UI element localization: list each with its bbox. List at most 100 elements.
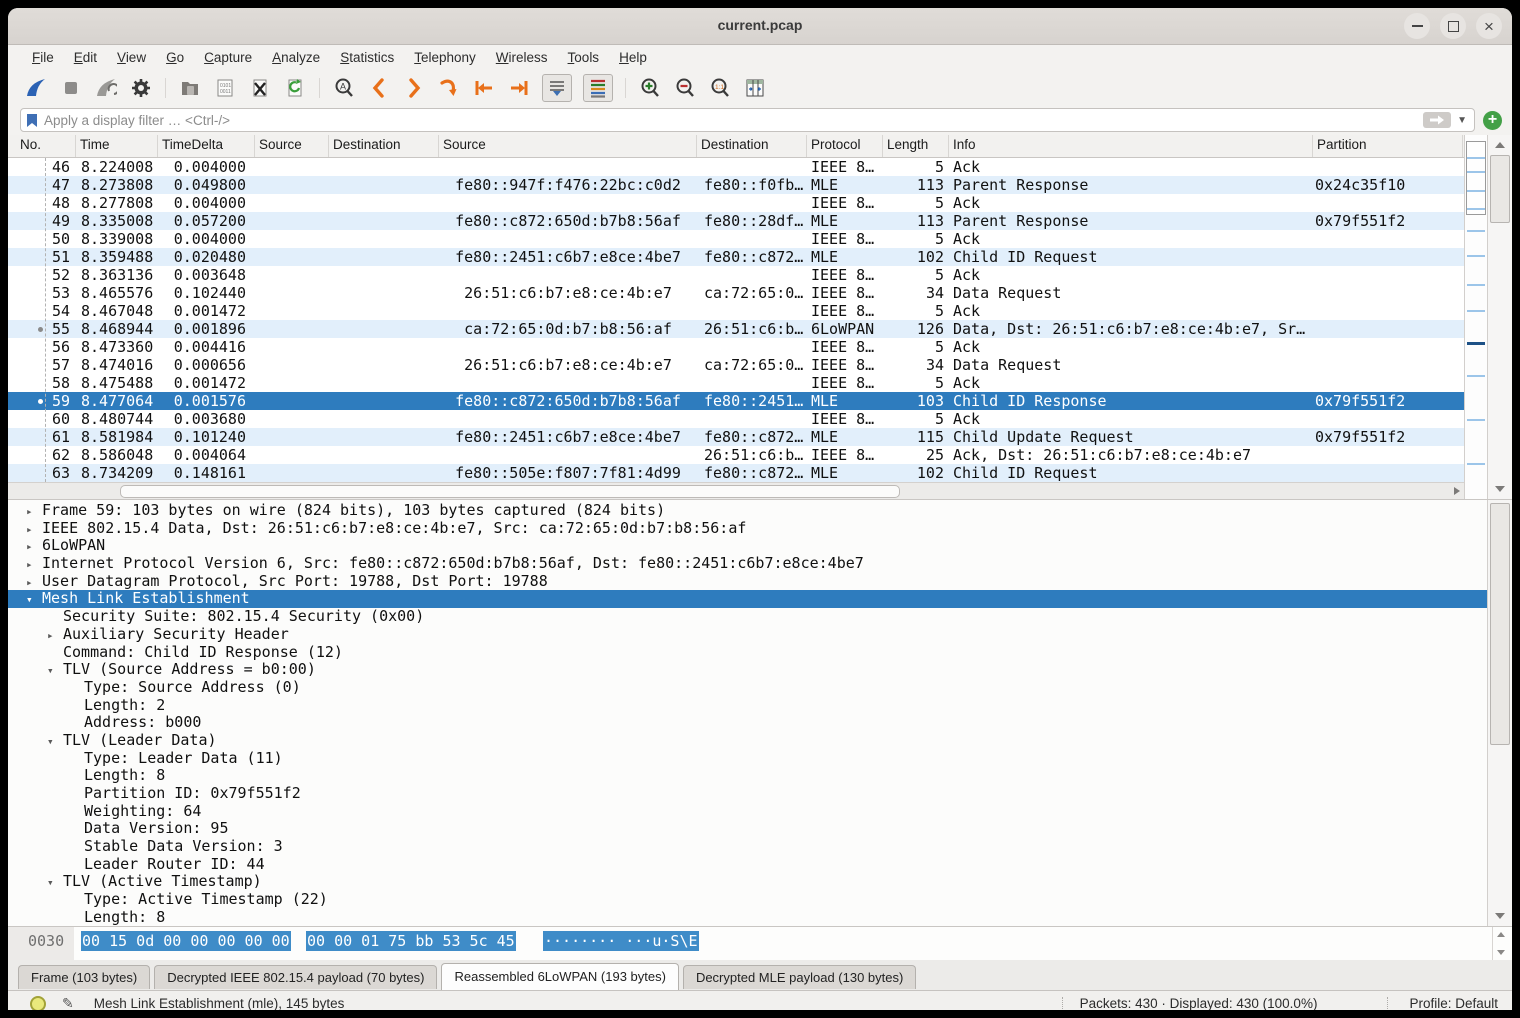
capture-comment-icon[interactable]: ✎ xyxy=(62,995,74,1010)
column-header-dst1[interactable]: Destination xyxy=(329,135,439,157)
expanded-arrow-icon[interactable]: ▾ xyxy=(47,874,63,891)
go-back-button[interactable] xyxy=(367,76,391,100)
menu-item-capture[interactable]: Capture xyxy=(194,45,262,71)
find-packet-button[interactable]: A xyxy=(332,76,356,100)
bytes-tab-2[interactable]: Reassembled 6LoWPAN (193 bytes) xyxy=(441,963,678,990)
detail-line-6[interactable]: Security Suite: 802.15.4 Security (0x00) xyxy=(8,608,1487,626)
detail-line-23[interactable]: Length: 8 xyxy=(8,909,1487,926)
detail-vscrollbar-thumb[interactable] xyxy=(1490,503,1510,745)
detail-line-0[interactable]: ▸Frame 59: 103 bytes on wire (824 bits),… xyxy=(8,502,1487,520)
column-header-src2[interactable]: Source xyxy=(439,135,697,157)
column-header-dst2[interactable]: Destination xyxy=(697,135,807,157)
titlebar[interactable]: current.pcap × xyxy=(8,8,1512,45)
detail-line-13[interactable]: ▾TLV (Leader Data) xyxy=(8,732,1487,750)
go-to-packet-button[interactable] xyxy=(437,76,461,100)
expanded-arrow-icon[interactable]: ▾ xyxy=(47,733,63,750)
vscrollbar-up-arrow[interactable] xyxy=(1495,142,1505,148)
detail-line-18[interactable]: Data Version: 95 xyxy=(8,820,1487,838)
column-header-info[interactable]: Info xyxy=(949,135,1313,157)
detail-line-12[interactable]: Address: b000 xyxy=(8,714,1487,732)
menu-item-edit[interactable]: Edit xyxy=(64,45,107,71)
filter-bookmark-icon[interactable] xyxy=(26,113,38,128)
detail-line-4[interactable]: ▸User Datagram Protocol, Src Port: 19788… xyxy=(8,573,1487,591)
packet-row-63[interactable]: 638.7342090.148161fe80::505e:f807:7f81:4… xyxy=(8,464,1464,482)
column-header-time[interactable]: Time xyxy=(76,135,158,157)
bytes-tab-0[interactable]: Frame (103 bytes) xyxy=(18,965,150,989)
bytes-vscrollbar[interactable] xyxy=(1492,927,1509,960)
detail-line-22[interactable]: Type: Active Timestamp (22) xyxy=(8,891,1487,909)
save-file-button[interactable]: 01010011 xyxy=(213,76,237,100)
menu-item-view[interactable]: View xyxy=(107,45,156,71)
zoom-reset-button[interactable]: 1:1 xyxy=(708,76,732,100)
minimize-button[interactable] xyxy=(1404,13,1430,39)
bytes-tab-3[interactable]: Decrypted MLE payload (130 bytes) xyxy=(683,965,916,989)
packet-list-vscrollbar[interactable] xyxy=(1487,135,1512,499)
stop-capture-button[interactable] xyxy=(59,76,83,100)
detail-line-14[interactable]: Type: Leader Data (11) xyxy=(8,750,1487,768)
collapsed-arrow-icon[interactable]: ▸ xyxy=(47,627,63,644)
auto-scroll-toggle[interactable] xyxy=(542,74,572,102)
go-first-packet-button[interactable] xyxy=(472,76,496,100)
detail-line-16[interactable]: Partition ID: 0x79f551f2 xyxy=(8,785,1487,803)
menu-item-analyze[interactable]: Analyze xyxy=(262,45,330,71)
detail-line-9[interactable]: ▾TLV (Source Address = b0:00) xyxy=(8,661,1487,679)
detail-line-7[interactable]: ▸Auxiliary Security Header xyxy=(8,626,1487,644)
minimap-thumb[interactable] xyxy=(1466,141,1486,215)
menu-item-telephony[interactable]: Telephony xyxy=(404,45,486,71)
zoom-out-button[interactable] xyxy=(673,76,697,100)
packet-row-46[interactable]: 468.2240080.004000IEEE 8…5Ack xyxy=(8,158,1464,176)
detail-line-15[interactable]: Length: 8 xyxy=(8,767,1487,785)
detail-line-17[interactable]: Weighting: 64 xyxy=(8,803,1487,821)
collapsed-arrow-icon[interactable]: ▸ xyxy=(26,503,42,520)
open-file-button[interactable] xyxy=(178,76,202,100)
close-file-button[interactable] xyxy=(248,76,272,100)
detail-line-2[interactable]: ▸6LoWPAN xyxy=(8,537,1487,555)
column-header-src1[interactable]: Source xyxy=(255,135,329,157)
menu-item-file[interactable]: File xyxy=(22,45,64,71)
packet-row-47[interactable]: 478.2738080.049800fe80::947f:f476:22bc:c… xyxy=(8,176,1464,194)
packet-row-51[interactable]: 518.3594880.020480fe80::2451:c6b7:e8ce:4… xyxy=(8,248,1464,266)
hex-bytes-selected[interactable]: 00 00 01 75 bb 53 5c 45 xyxy=(306,931,516,951)
collapsed-arrow-icon[interactable]: ▸ xyxy=(26,521,42,538)
reload-file-button[interactable] xyxy=(283,76,307,100)
packet-row-49[interactable]: 498.3350080.057200fe80::c872:650d:b7b8:5… xyxy=(8,212,1464,230)
packet-list-hscrollbar[interactable] xyxy=(8,482,1464,499)
menu-item-wireless[interactable]: Wireless xyxy=(486,45,558,71)
hscrollbar-thumb[interactable] xyxy=(120,485,900,498)
colorize-toggle[interactable] xyxy=(583,74,613,102)
packet-row-52[interactable]: 528.3631360.003648IEEE 8…5Ack xyxy=(8,266,1464,284)
detail-line-1[interactable]: ▸IEEE 802.15.4 Data, Dst: 26:51:c6:b7:e8… xyxy=(8,520,1487,538)
packet-row-48[interactable]: 488.2778080.004000IEEE 8…5Ack xyxy=(8,194,1464,212)
packet-row-59[interactable]: 598.4770640.001576fe80::c872:650d:b7b8:5… xyxy=(8,392,1464,410)
column-header-part[interactable]: Partition xyxy=(1313,135,1463,157)
packet-bytes-pane[interactable]: 0030 00 15 0d 00 00 00 00 00 00 00 01 75… xyxy=(8,926,1512,960)
packet-row-53[interactable]: 538.4655760.10244026:51:c6:b7:e8:ce:4b:e… xyxy=(8,284,1464,302)
menu-item-tools[interactable]: Tools xyxy=(558,45,610,71)
bytes-scroll-down-arrow[interactable] xyxy=(1497,950,1505,955)
close-button[interactable]: × xyxy=(1476,13,1502,39)
packet-row-61[interactable]: 618.5819840.101240fe80::2451:c6b7:e8ce:4… xyxy=(8,428,1464,446)
capture-options-button[interactable] xyxy=(129,76,153,100)
packet-row-56[interactable]: 568.4733600.004416IEEE 8…5Ack xyxy=(8,338,1464,356)
start-capture-button[interactable] xyxy=(24,76,48,100)
detail-vscrollbar-down-arrow[interactable] xyxy=(1495,913,1505,919)
display-filter-input[interactable]: Apply a display filter … <Ctrl-/> ▼ xyxy=(20,108,1475,132)
go-forward-button[interactable] xyxy=(402,76,426,100)
packet-row-57[interactable]: 578.4740160.00065626:51:c6:b7:e8:ce:4b:e… xyxy=(8,356,1464,374)
detail-line-8[interactable]: Command: Child ID Response (12) xyxy=(8,644,1487,662)
packet-row-62[interactable]: 628.5860480.00406426:51:c6:b…IEEE 8…25Ac… xyxy=(8,446,1464,464)
detail-line-11[interactable]: Length: 2 xyxy=(8,697,1487,715)
resize-columns-button[interactable] xyxy=(743,76,767,100)
zoom-in-button[interactable] xyxy=(638,76,662,100)
maximize-button[interactable] xyxy=(1440,13,1466,39)
hex-ascii-selected[interactable]: ········ ···u·S\E xyxy=(543,931,699,951)
detail-line-19[interactable]: Stable Data Version: 3 xyxy=(8,838,1487,856)
collapsed-arrow-icon[interactable]: ▸ xyxy=(26,574,42,591)
menu-item-go[interactable]: Go xyxy=(156,45,194,71)
detail-vscrollbar[interactable] xyxy=(1487,500,1512,926)
column-header-proto[interactable]: Protocol xyxy=(807,135,883,157)
hex-bytes-selected[interactable]: 00 15 0d 00 00 00 00 00 xyxy=(81,931,291,951)
filter-add-button[interactable]: + xyxy=(1483,111,1502,130)
filter-dropdown-caret[interactable]: ▼ xyxy=(1457,115,1467,126)
vscrollbar-thumb[interactable] xyxy=(1490,155,1510,223)
